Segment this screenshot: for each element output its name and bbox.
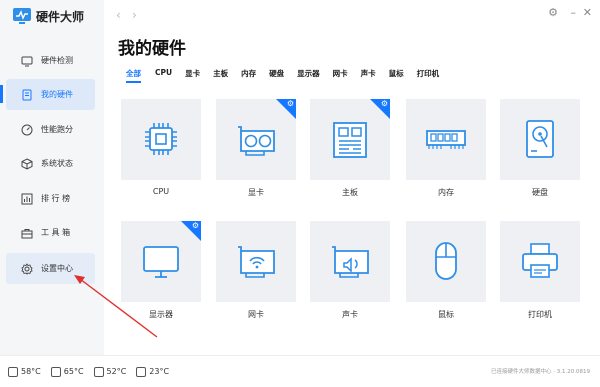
board-temp-stat: 52°C: [93, 366, 127, 377]
minimize-icon[interactable]: –: [571, 6, 577, 19]
disk-temp-value: 23°C: [149, 367, 170, 376]
sidebar-item-label: 硬件检测: [41, 56, 73, 65]
card-label-sound: 声卡: [342, 310, 358, 319]
harddisk-icon: [136, 366, 147, 377]
sidebar-item-label: 我的硬件: [41, 90, 73, 99]
tab-monitor[interactable]: 显示器: [297, 68, 320, 82]
card-label-harddisk: 硬盘: [532, 188, 548, 197]
sound-card-icon: [332, 246, 369, 278]
sidebar-item-settings[interactable]: 设置中心: [6, 253, 95, 284]
category-tabs: 全部 CPU 显卡 主板 内存 硬盘 显示器 网卡 声卡 鼠标 打印机: [126, 68, 440, 83]
printer-icon: [522, 243, 558, 278]
tab-printer[interactable]: 打印机: [417, 68, 440, 82]
app-logo: 硬件大师: [12, 6, 84, 26]
card-label-mouse: 鼠标: [438, 310, 454, 319]
gpu-icon: [50, 366, 61, 377]
gpu-icon: [238, 126, 275, 156]
active-indicator: [0, 85, 3, 103]
network-card-icon: [238, 246, 275, 278]
monitor-icon: [20, 54, 33, 67]
card-label-memory: 内存: [438, 188, 454, 197]
chart-icon: [20, 192, 33, 205]
app-logo-icon: [12, 6, 32, 26]
gpu-temp-value: 65°C: [63, 367, 84, 376]
hardware-card-sound[interactable]: [310, 221, 390, 302]
tab-memory[interactable]: 内存: [241, 68, 256, 82]
tab-harddisk[interactable]: 硬盘: [269, 68, 284, 82]
list-icon: [20, 88, 33, 101]
sidebar-item-label: 工 具 箱: [41, 228, 71, 237]
gear-icon[interactable]: ⚙: [192, 222, 199, 230]
cpu-icon: [145, 123, 177, 155]
sidebar-item-hardware-detect[interactable]: 硬件检测: [6, 45, 95, 76]
motherboard-icon: [333, 122, 367, 158]
card-label-gpu: 显卡: [248, 188, 264, 197]
sidebar-item-system-status[interactable]: 系统状态: [6, 148, 95, 179]
hardware-card-cpu[interactable]: [121, 99, 201, 180]
back-arrow-icon[interactable]: ‹: [116, 8, 121, 22]
settings-gear-icon[interactable]: ⚙: [548, 6, 558, 19]
card-label-network: 网卡: [248, 310, 264, 319]
sidebar-item-label: 性能跑分: [41, 125, 73, 134]
hardware-card-monitor[interactable]: ⚙: [121, 221, 201, 302]
toolbox-icon: [20, 226, 33, 239]
hardware-card-gpu[interactable]: ⚙: [216, 99, 296, 180]
gpu-temp-stat: 65°C: [50, 366, 84, 377]
page-title: 我的硬件: [118, 39, 186, 59]
version-text: 已连接硬件大师数据中心 · 3.1.20.0819: [491, 369, 590, 375]
card-label-cpu: CPU: [152, 187, 170, 196]
sidebar-item-ranking[interactable]: 排 行 榜: [6, 183, 95, 214]
close-icon[interactable]: ✕: [583, 6, 592, 19]
harddisk-icon: [526, 120, 554, 158]
hardware-card-harddisk[interactable]: [500, 99, 580, 180]
card-label-motherboard: 主板: [342, 188, 358, 197]
forward-arrow-icon[interactable]: ›: [132, 8, 137, 22]
hardware-card-memory[interactable]: [406, 99, 486, 180]
motherboard-icon: [93, 366, 104, 377]
cpu-icon: [8, 366, 18, 377]
tab-cpu[interactable]: CPU: [155, 68, 172, 82]
tab-sound-card[interactable]: 声卡: [361, 68, 376, 82]
hardware-card-network[interactable]: [216, 221, 296, 302]
tab-gpu[interactable]: 显卡: [185, 68, 200, 82]
sidebar-item-toolbox[interactable]: 工 具 箱: [6, 217, 95, 248]
board-temp-value: 52°C: [106, 367, 127, 376]
sidebar-item-benchmark[interactable]: 性能跑分: [6, 114, 95, 145]
sidebar-item-label: 设置中心: [41, 264, 73, 273]
cube-icon: [20, 157, 33, 170]
hardware-card-printer[interactable]: [500, 221, 580, 302]
speedometer-icon: [20, 123, 33, 136]
disk-temp-stat: 23°C: [136, 366, 170, 377]
title-bar: ‹ › ⚙ – ✕: [104, 0, 600, 30]
gear-icon[interactable]: ⚙: [287, 100, 294, 108]
cpu-temp-value: 58°C: [21, 367, 41, 376]
monitor-icon: [143, 246, 179, 278]
tab-mouse[interactable]: 鼠标: [389, 68, 404, 82]
gear-icon: [20, 262, 33, 275]
sidebar-item-label: 排 行 榜: [41, 194, 71, 203]
sidebar-item-my-hardware[interactable]: 我的硬件: [0, 79, 95, 110]
tab-motherboard[interactable]: 主板: [213, 68, 228, 82]
memory-icon: [426, 130, 466, 149]
mouse-icon: [435, 242, 457, 280]
gear-icon[interactable]: ⚙: [381, 100, 388, 108]
hardware-card-motherboard[interactable]: ⚙: [310, 99, 390, 180]
app-title: 硬件大师: [36, 9, 85, 24]
card-label-printer: 打印机: [528, 310, 552, 319]
sidebar: 硬件大师 硬件检测 我的硬件 性能跑分 系统状态 排 行 榜 工 具 箱 设置中…: [0, 0, 104, 355]
sidebar-item-label: 系统状态: [41, 159, 73, 168]
tab-all[interactable]: 全部: [126, 68, 141, 83]
cpu-temp-stat: 58°C: [8, 366, 41, 377]
card-label-monitor: 显示器: [149, 310, 173, 319]
hardware-card-mouse[interactable]: [406, 221, 486, 302]
tab-network-card[interactable]: 网卡: [333, 68, 348, 82]
